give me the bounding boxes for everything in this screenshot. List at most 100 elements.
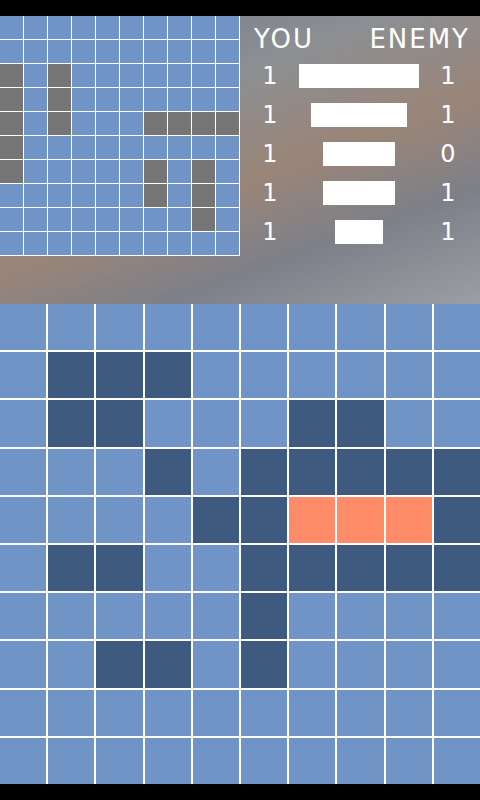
target-cell[interactable] bbox=[241, 690, 287, 736]
target-cell[interactable] bbox=[0, 400, 46, 446]
target-cell[interactable] bbox=[96, 400, 142, 446]
target-cell[interactable] bbox=[0, 545, 46, 591]
target-cell[interactable] bbox=[386, 304, 432, 350]
target-cell[interactable] bbox=[289, 738, 335, 784]
target-cell[interactable] bbox=[289, 641, 335, 687]
target-cell[interactable] bbox=[48, 593, 94, 639]
target-cell[interactable] bbox=[96, 352, 142, 398]
target-cell[interactable] bbox=[48, 545, 94, 591]
target-cell[interactable] bbox=[96, 497, 142, 543]
target-cell[interactable] bbox=[96, 641, 142, 687]
target-cell[interactable] bbox=[289, 449, 335, 495]
target-cell[interactable] bbox=[145, 738, 191, 784]
target-cell[interactable] bbox=[289, 304, 335, 350]
target-cell[interactable] bbox=[241, 497, 287, 543]
target-cell[interactable] bbox=[386, 352, 432, 398]
target-cell[interactable] bbox=[48, 400, 94, 446]
target-cell[interactable] bbox=[241, 593, 287, 639]
target-cell[interactable] bbox=[0, 738, 46, 784]
target-cell[interactable] bbox=[386, 400, 432, 446]
target-cell[interactable] bbox=[193, 690, 239, 736]
target-cell[interactable] bbox=[96, 738, 142, 784]
target-cell[interactable] bbox=[0, 497, 46, 543]
target-cell[interactable] bbox=[434, 641, 480, 687]
target-cell[interactable] bbox=[434, 545, 480, 591]
target-cell[interactable] bbox=[241, 641, 287, 687]
target-cell[interactable] bbox=[145, 352, 191, 398]
target-cell[interactable] bbox=[289, 545, 335, 591]
target-cell[interactable] bbox=[48, 449, 94, 495]
target-cell[interactable] bbox=[193, 497, 239, 543]
target-cell[interactable] bbox=[193, 352, 239, 398]
target-cell[interactable] bbox=[386, 738, 432, 784]
target-cell[interactable] bbox=[96, 593, 142, 639]
target-cell[interactable] bbox=[48, 352, 94, 398]
target-cell[interactable] bbox=[386, 497, 432, 543]
target-cell[interactable] bbox=[0, 593, 46, 639]
target-cell[interactable] bbox=[96, 449, 142, 495]
target-cell[interactable] bbox=[337, 497, 383, 543]
target-cell[interactable] bbox=[0, 449, 46, 495]
target-cell[interactable] bbox=[193, 304, 239, 350]
target-cell[interactable] bbox=[145, 593, 191, 639]
target-cell[interactable] bbox=[434, 497, 480, 543]
target-cell[interactable] bbox=[337, 400, 383, 446]
target-cell[interactable] bbox=[434, 449, 480, 495]
target-cell[interactable] bbox=[386, 641, 432, 687]
target-cell[interactable] bbox=[241, 449, 287, 495]
target-cell[interactable] bbox=[289, 593, 335, 639]
target-cell[interactable] bbox=[48, 497, 94, 543]
target-cell[interactable] bbox=[48, 304, 94, 350]
target-grid[interactable] bbox=[0, 304, 480, 784]
target-cell[interactable] bbox=[241, 352, 287, 398]
target-cell[interactable] bbox=[96, 304, 142, 350]
target-cell[interactable] bbox=[241, 738, 287, 784]
target-cell[interactable] bbox=[434, 352, 480, 398]
target-cell[interactable] bbox=[0, 352, 46, 398]
target-cell[interactable] bbox=[289, 690, 335, 736]
target-cell[interactable] bbox=[0, 690, 46, 736]
target-cell[interactable] bbox=[145, 449, 191, 495]
target-cell[interactable] bbox=[386, 449, 432, 495]
target-cell[interactable] bbox=[337, 690, 383, 736]
target-cell[interactable] bbox=[145, 690, 191, 736]
target-cell[interactable] bbox=[145, 641, 191, 687]
target-cell[interactable] bbox=[145, 545, 191, 591]
target-cell[interactable] bbox=[289, 352, 335, 398]
target-cell[interactable] bbox=[193, 738, 239, 784]
target-cell[interactable] bbox=[145, 304, 191, 350]
target-cell[interactable] bbox=[48, 738, 94, 784]
target-cell[interactable] bbox=[0, 641, 46, 687]
target-cell[interactable] bbox=[289, 400, 335, 446]
target-cell[interactable] bbox=[193, 400, 239, 446]
target-cell[interactable] bbox=[434, 738, 480, 784]
target-cell[interactable] bbox=[193, 449, 239, 495]
target-cell[interactable] bbox=[193, 641, 239, 687]
target-cell[interactable] bbox=[145, 497, 191, 543]
target-cell[interactable] bbox=[0, 304, 46, 350]
target-cell[interactable] bbox=[386, 593, 432, 639]
target-cell[interactable] bbox=[48, 641, 94, 687]
target-cell[interactable] bbox=[337, 545, 383, 591]
target-cell[interactable] bbox=[48, 690, 94, 736]
target-cell[interactable] bbox=[193, 593, 239, 639]
target-cell[interactable] bbox=[337, 304, 383, 350]
target-cell[interactable] bbox=[289, 497, 335, 543]
target-cell[interactable] bbox=[96, 690, 142, 736]
target-cell[interactable] bbox=[434, 690, 480, 736]
target-cell[interactable] bbox=[241, 400, 287, 446]
target-cell[interactable] bbox=[434, 400, 480, 446]
target-cell[interactable] bbox=[434, 304, 480, 350]
target-cell[interactable] bbox=[145, 400, 191, 446]
target-cell[interactable] bbox=[193, 545, 239, 591]
target-cell[interactable] bbox=[434, 593, 480, 639]
target-cell[interactable] bbox=[337, 641, 383, 687]
target-cell[interactable] bbox=[386, 545, 432, 591]
target-cell[interactable] bbox=[337, 738, 383, 784]
target-cell[interactable] bbox=[337, 352, 383, 398]
target-cell[interactable] bbox=[96, 545, 142, 591]
target-cell[interactable] bbox=[241, 304, 287, 350]
target-cell[interactable] bbox=[386, 690, 432, 736]
target-cell[interactable] bbox=[337, 593, 383, 639]
target-cell[interactable] bbox=[241, 545, 287, 591]
